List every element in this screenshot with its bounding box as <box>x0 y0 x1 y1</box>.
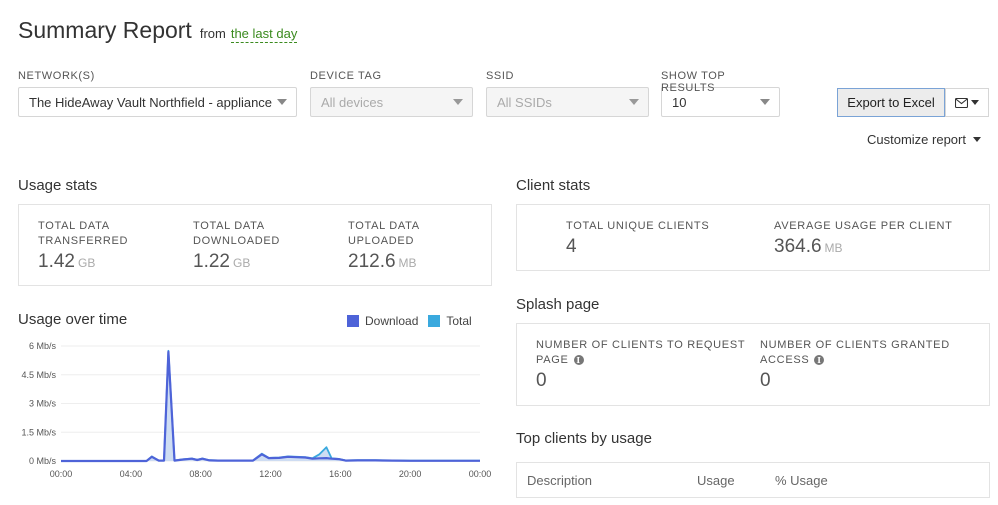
legend-label-download: Download <box>365 314 419 328</box>
network-select[interactable]: The HideAway Vault Northfield - applianc… <box>18 87 297 117</box>
x-tick-label: 12:00 <box>259 469 282 479</box>
legend-swatch-total <box>428 315 441 327</box>
stat-value: 1.22 GB <box>193 251 251 272</box>
stat-value: 364.6 MB <box>774 236 843 257</box>
legend-item-download[interactable]: Download <box>347 314 418 328</box>
top-results-filter: SHOW TOP RESULTS 10 <box>661 70 780 117</box>
chevron-down-icon <box>453 99 463 105</box>
chevron-down-icon <box>277 99 287 105</box>
area-fill <box>61 350 480 461</box>
legend-label-total: Total <box>446 314 472 328</box>
stat-value: 212.6 MB <box>348 251 417 272</box>
stat-label: TOTAL DATA DOWNLOADED <box>193 220 281 247</box>
stat-value: 0 <box>536 370 547 391</box>
stat-average-usage-per-client: AVERAGE USAGE PER CLIENT 364.6 MB <box>774 219 953 258</box>
stat-total-transferred: TOTAL DATA TRANSFERRED 1.42 GB <box>38 219 128 273</box>
network-filter: NETWORK(S) The HideAway Vault Northfield… <box>18 70 297 117</box>
timespan-selector[interactable]: the last day <box>230 26 298 43</box>
top-results-select-value: 10 <box>672 94 687 110</box>
y-tick-label: 0 Mb/s <box>29 456 57 466</box>
ssid-filter: SSID All SSIDs <box>486 70 649 117</box>
x-tick-label: 04:00 <box>120 469 143 479</box>
y-tick-label: 4.5 Mb/s <box>21 370 56 380</box>
export-to-excel-button[interactable]: Export to Excel <box>837 88 945 117</box>
column-header-description[interactable]: Description <box>527 473 592 488</box>
stat-value: 4 <box>566 236 577 257</box>
caret-down-icon <box>971 100 979 105</box>
column-header-usage[interactable]: Usage <box>697 473 735 488</box>
usage-chart: 0 Mb/s 1.5 Mb/s 3 Mb/s 4.5 Mb/s 6 Mb/s 00:00 0… <box>21 341 492 479</box>
stat-total-uploaded: TOTAL DATA UPLOADED 212.6 MB <box>348 219 420 273</box>
ssid-select-value: All SSIDs <box>497 94 552 110</box>
chevron-down-icon <box>629 99 639 105</box>
ssid-select[interactable]: All SSIDs <box>486 87 649 117</box>
table-divider <box>516 497 990 498</box>
envelope-icon <box>955 97 968 108</box>
stat-value: 1.42 GB <box>38 251 96 272</box>
y-tick-label: 6 Mb/s <box>29 341 57 351</box>
device-tag-label: DEVICE TAG <box>310 70 382 82</box>
x-tick-label: 00:00 <box>469 469 492 479</box>
splash-page-title: Splash page <box>516 296 600 313</box>
device-tag-select[interactable]: All devices <box>310 87 473 117</box>
stat-total-downloaded: TOTAL DATA DOWNLOADED 1.22 GB <box>193 219 280 273</box>
device-tag-select-value: All devices <box>321 94 384 110</box>
top-results-label: SHOW TOP RESULTS <box>661 70 726 94</box>
column-header-percent-usage[interactable]: % Usage <box>775 473 828 488</box>
x-tick-label: 00:00 <box>50 469 73 479</box>
stat-label: NUMBER OF CLIENTS GRANTED ACCESS i <box>760 339 950 366</box>
splash-page-card: NUMBER OF CLIENTS TO REQUEST PAGE i 0 NUMB… <box>516 323 990 406</box>
stat-label: TOTAL DATA UPLOADED <box>348 220 420 247</box>
info-icon[interactable]: i <box>814 355 825 365</box>
stat-clients-request-page: NUMBER OF CLIENTS TO REQUEST PAGE i 0 <box>536 338 745 392</box>
customize-report-label: Customize report <box>867 132 966 147</box>
legend-item-total[interactable]: Total <box>428 314 472 328</box>
client-stats-title: Client stats <box>516 177 591 194</box>
stat-label: NUMBER OF CLIENTS TO REQUEST PAGE i <box>536 339 746 366</box>
series-line-total <box>61 349 480 462</box>
top-clients-title: Top clients by usage <box>516 430 652 447</box>
chart-legend: Download Total <box>347 314 482 328</box>
customize-report-dropdown[interactable]: Customize report <box>867 132 981 147</box>
email-report-button[interactable] <box>945 88 989 117</box>
y-tick-label: 1.5 Mb/s <box>21 427 56 437</box>
stat-value: 0 <box>760 370 771 391</box>
network-select-value: The HideAway Vault Northfield - applianc… <box>29 94 273 110</box>
stat-total-unique-clients: TOTAL UNIQUE CLIENTS 4 <box>566 219 709 258</box>
top-clients-table-header: Description Usage % Usage <box>516 462 990 498</box>
stat-label: TOTAL DATA TRANSFERRED <box>38 220 129 247</box>
y-tick-label: 3 Mb/s <box>29 399 57 409</box>
from-label: from <box>199 26 226 41</box>
chevron-down-icon <box>760 99 770 105</box>
x-tick-label: 16:00 <box>329 469 352 479</box>
series-line-download <box>61 350 480 463</box>
client-stats-card: TOTAL UNIQUE CLIENTS 4 AVERAGE USAGE PER… <box>516 204 990 271</box>
header: Summary Report from the last day <box>18 17 298 44</box>
page-title: Summary Report <box>18 17 192 43</box>
caret-down-icon <box>972 137 981 142</box>
stat-label: AVERAGE USAGE PER CLIENT <box>774 220 953 232</box>
x-tick-label: 20:00 <box>399 469 422 479</box>
legend-swatch-download <box>347 315 359 327</box>
network-label: NETWORK(S) <box>18 70 95 82</box>
usage-stats-card: TOTAL DATA TRANSFERRED 1.42 GB TOTAL DATA D… <box>18 204 492 286</box>
chart-title: Usage over time <box>18 311 128 328</box>
info-icon[interactable]: i <box>573 355 584 365</box>
stat-clients-granted-access: NUMBER OF CLIENTS GRANTED ACCESS i 0 <box>760 338 950 392</box>
x-tick-label: 08:00 <box>189 469 212 479</box>
device-tag-filter: DEVICE TAG All devices <box>310 70 473 117</box>
ssid-label: SSID <box>486 70 515 82</box>
usage-stats-title: Usage stats <box>18 177 98 194</box>
stat-label: TOTAL UNIQUE CLIENTS <box>566 220 710 232</box>
